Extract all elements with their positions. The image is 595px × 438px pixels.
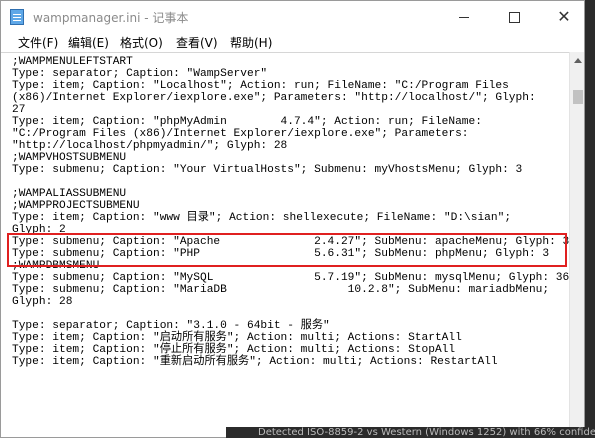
vertical-scrollbar[interactable] <box>569 52 584 437</box>
menu-file[interactable]: 文件(F) <box>18 34 58 51</box>
text-line: Type: item; Caption: "重新启动所有服务"; Action:… <box>12 356 498 368</box>
text-line: (x86)/Internet Explorer/iexplore.exe"; P… <box>12 92 536 104</box>
close-icon: ✕ <box>557 7 571 26</box>
menu-bar: 文件(F) 编辑(E) 格式(O) 查看(V) 帮助(H) <box>1 33 584 52</box>
highlight-box <box>7 233 567 267</box>
window-title: wampmanager.ini - 记事本 <box>33 11 189 25</box>
maximize-icon <box>508 11 520 23</box>
background-window-edge <box>585 0 595 438</box>
notepad-icon <box>10 9 24 25</box>
text-line: Type: submenu; Caption: "MariaDB 10.2.8"… <box>12 284 550 296</box>
text-line: Type: submenu; Caption: "Your VirtualHos… <box>12 164 523 176</box>
maximize-button[interactable] <box>491 1 537 33</box>
scrollbar-thumb[interactable] <box>573 90 583 104</box>
menu-edit[interactable]: 编辑(E) <box>68 34 109 51</box>
notepad-window: wampmanager.ini - 记事本 ✕ 文件(F) 编辑(E) 格式(O… <box>0 0 585 438</box>
close-button[interactable]: ✕ <box>541 1 584 33</box>
menu-view[interactable]: 查看(V) <box>176 34 218 51</box>
title-bar[interactable]: wampmanager.ini - 记事本 ✕ <box>1 1 584 33</box>
text-line: Glyph: 28 <box>12 296 73 308</box>
text-line: Type: item; Caption: "www 目录"; Action: s… <box>12 212 512 224</box>
background-status-text: Detected ISO-8859-2 vs Western (Windows … <box>226 427 595 438</box>
minimize-button[interactable] <box>441 1 487 33</box>
scroll-up-arrow-icon[interactable] <box>574 58 582 63</box>
menu-format[interactable]: 格式(O) <box>120 34 163 51</box>
menu-help[interactable]: 帮助(H) <box>230 34 272 51</box>
minimize-icon <box>459 16 469 18</box>
